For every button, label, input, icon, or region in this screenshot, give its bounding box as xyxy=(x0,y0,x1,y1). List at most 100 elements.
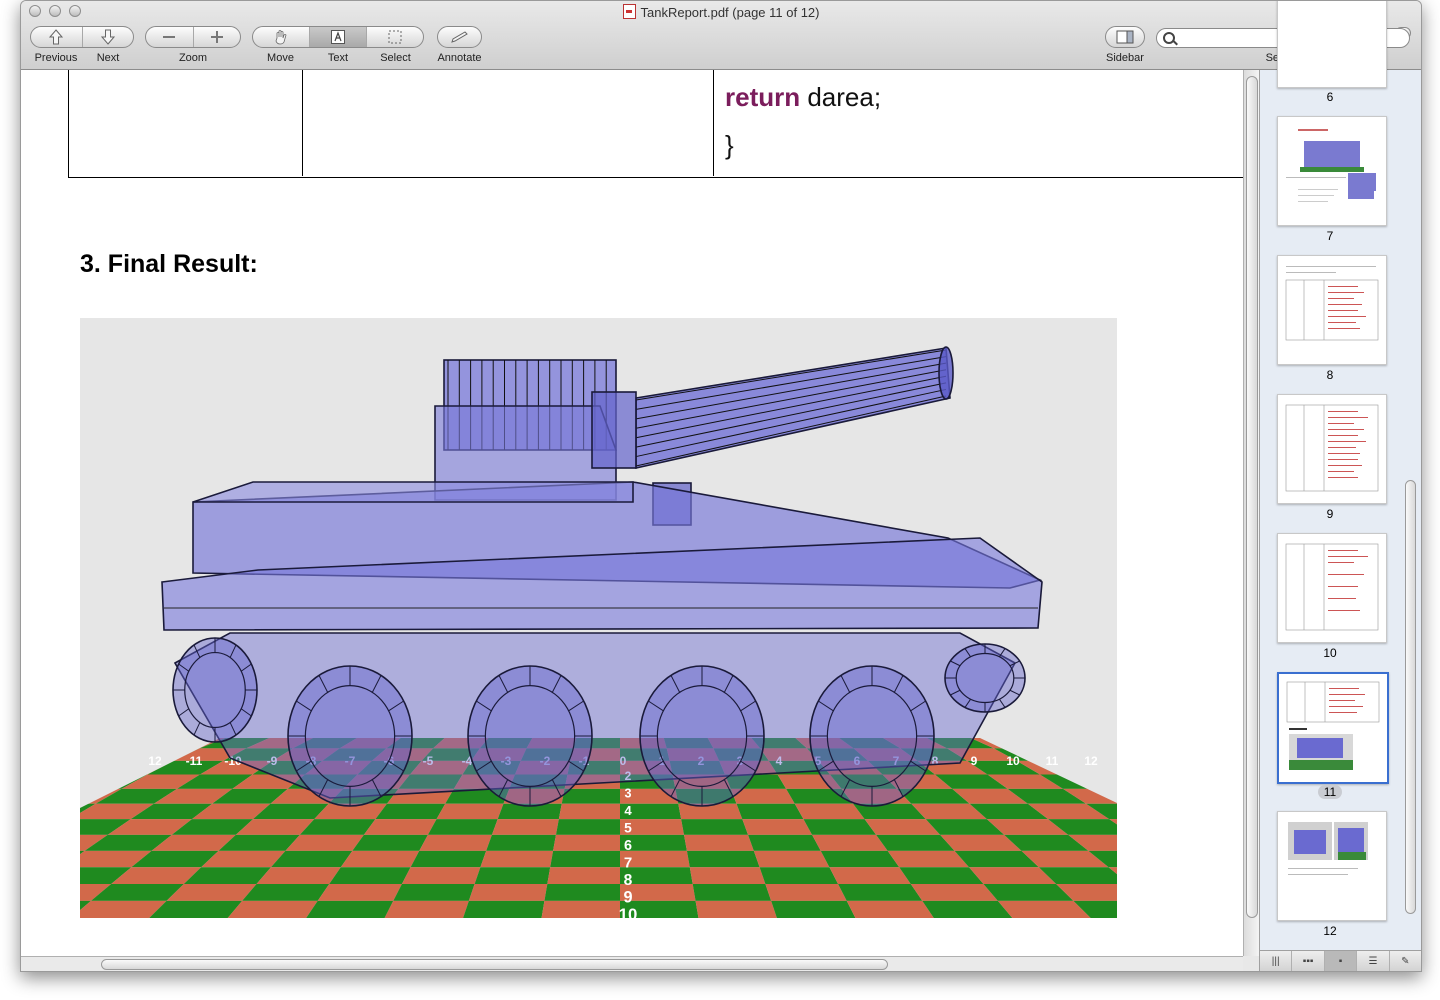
text-cursor-icon xyxy=(331,30,345,44)
preview-image xyxy=(1348,173,1376,191)
document-view[interactable]: return darea; } 3. Final Result: 12 -11 -1… xyxy=(21,70,1243,956)
view-annotations-button[interactable]: ✎ xyxy=(1390,951,1421,971)
code-keyword: return xyxy=(725,82,801,112)
ground-tile xyxy=(689,867,766,884)
horizontal-scrollbar[interactable] xyxy=(21,956,1243,971)
code-table xyxy=(68,70,1243,178)
zoom-out-button[interactable] xyxy=(146,27,194,47)
preview-line xyxy=(1286,266,1376,267)
ground-tile xyxy=(410,850,487,868)
ground-tile xyxy=(846,900,934,918)
page-number-8: 8 xyxy=(1326,368,1334,382)
annotate-label: Annotate xyxy=(437,52,482,64)
view-thumbnails-button[interactable]: ▪ xyxy=(1324,951,1358,971)
select-tool-button[interactable] xyxy=(367,27,423,47)
ground-tile xyxy=(550,850,620,868)
code-text: darea; xyxy=(800,82,882,112)
sidebar-icon xyxy=(1116,30,1134,44)
ground-tile xyxy=(436,803,504,820)
ground-tile xyxy=(306,900,394,918)
ground-tile xyxy=(829,867,911,884)
ground-tile xyxy=(463,900,545,918)
text-tool-button[interactable] xyxy=(310,27,367,47)
annotate-button[interactable] xyxy=(437,26,482,48)
ground-tile xyxy=(748,834,821,851)
next-button[interactable] xyxy=(83,27,134,47)
preview-ground xyxy=(1289,760,1353,770)
table-divider xyxy=(713,70,714,176)
page-thumbnail-11[interactable] xyxy=(1277,672,1389,784)
selected-page-number: 11 xyxy=(1317,785,1343,799)
page-number-12: 12 xyxy=(1323,924,1337,938)
page-9-preview xyxy=(1285,404,1379,492)
view-grid-button[interactable]: ▪▪▪ xyxy=(1292,951,1325,971)
ground-tile xyxy=(256,867,341,884)
minus-icon xyxy=(163,36,176,38)
ground-tile xyxy=(910,883,998,901)
preview-window: TankReport.pdf (page 11 of 12) Previous … xyxy=(20,0,1422,972)
ground-tile xyxy=(340,850,420,868)
ground-tile xyxy=(803,819,877,835)
ground-tile xyxy=(363,819,437,835)
previous-button[interactable] xyxy=(31,27,83,47)
ground-tile xyxy=(555,819,620,835)
page-thumbnail-8[interactable] xyxy=(1277,255,1387,365)
sidebar-scroll-thumb[interactable] xyxy=(1405,480,1416,914)
sidebar-button[interactable] xyxy=(1105,26,1145,48)
ground-tile xyxy=(474,867,551,884)
ground-tile xyxy=(838,883,923,901)
sidebar-cell[interactable] xyxy=(1106,27,1144,47)
vertical-scrollbar[interactable] xyxy=(1243,70,1259,956)
vertical-scroll-thumb[interactable] xyxy=(1246,76,1258,918)
preview-code xyxy=(1329,688,1365,713)
x-axis-label: 10 xyxy=(1006,754,1020,768)
ground-tile xyxy=(352,834,428,851)
previous-label: Previous xyxy=(34,52,78,64)
ground-tile xyxy=(375,803,446,820)
page-thumbnail-12[interactable] xyxy=(1277,811,1387,921)
preview-line xyxy=(1298,129,1328,131)
ground-tile xyxy=(491,819,559,835)
ground-tile xyxy=(544,883,620,901)
ground-tile xyxy=(393,883,475,901)
search-icon xyxy=(1163,32,1175,44)
ground-tile xyxy=(794,803,865,820)
preview-line xyxy=(1288,874,1348,875)
next-label: Next xyxy=(96,52,120,64)
page-thumbnail-10[interactable] xyxy=(1277,533,1387,643)
page-thumbnail-9[interactable] xyxy=(1277,394,1387,504)
view-list-button[interactable]: ☰ xyxy=(1357,951,1390,971)
arrow-up-icon xyxy=(49,29,64,45)
page-thumbnail-7[interactable] xyxy=(1277,116,1387,226)
x-axis-label: 11 xyxy=(1046,754,1059,768)
arrow-down-icon xyxy=(100,29,115,45)
page-number-11: 11 xyxy=(1260,785,1400,799)
navigation-control xyxy=(30,26,134,48)
preview-image xyxy=(1300,167,1364,172)
annotate-cell[interactable] xyxy=(438,27,481,47)
preview-line xyxy=(1298,195,1334,196)
zoom-in-button[interactable] xyxy=(194,27,241,47)
select-label: Select xyxy=(380,52,411,64)
ground-tile xyxy=(812,834,888,851)
sidebar-scrollbar[interactable] xyxy=(1402,70,1420,950)
road-wheel xyxy=(287,665,413,807)
ground-tile xyxy=(561,788,620,804)
horizontal-scroll-thumb[interactable] xyxy=(101,959,888,970)
move-tool-button[interactable] xyxy=(253,27,310,47)
road-wheel xyxy=(467,665,593,807)
move-label: Move xyxy=(267,52,294,64)
ground-tile xyxy=(486,834,556,851)
page-thumbnail-6[interactable] xyxy=(1277,1,1387,88)
tank-render-figure: 12 -11 -10 -9 -8 -7 -6 -5 -4 -3 -2 -1 0 1 2 3 4 5 6 7 8 9 10 11… xyxy=(80,318,1117,918)
road-wheel xyxy=(639,665,765,807)
section-heading: 3. Final Result: xyxy=(80,250,258,278)
ground-tile xyxy=(468,883,548,901)
preview-ground xyxy=(1338,852,1366,860)
z-axis-label: 6 xyxy=(624,838,632,854)
ground-tile xyxy=(541,900,620,918)
ground-tile xyxy=(553,834,620,851)
tank-scene: 12 -11 -10 -9 -8 -7 -6 -5 -4 -3 -2 -1 0 1 2 3 4 5 6 7 8 9 10 11… xyxy=(80,318,1117,918)
ground-tile xyxy=(922,900,1013,918)
view-columns-button[interactable]: ||| xyxy=(1260,951,1293,971)
